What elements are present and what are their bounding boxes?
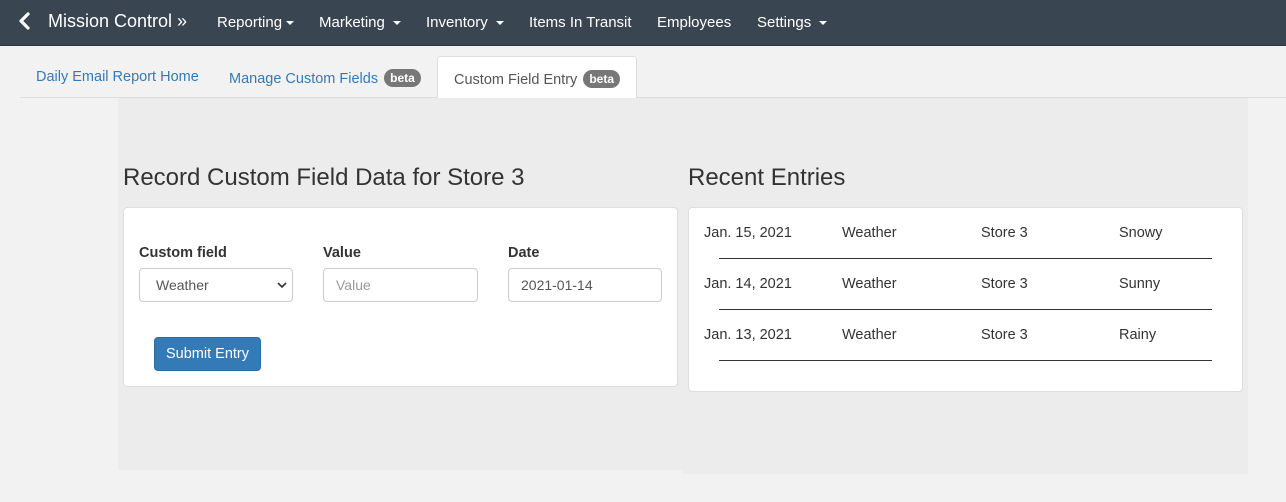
tab-label: Custom Field Entry [454,72,578,88]
entry-date: Jan. 14, 2021 [704,276,792,292]
tab-label: Daily Email Report Home [36,69,199,85]
page-tabs: Daily Email Report Home Manage Custom Fi… [20,56,1286,99]
entry-divider [719,360,1212,361]
submit-entry-button[interactable]: Submit Entry [154,337,261,371]
top-navbar: Mission Control » Reporting Marketing In… [0,0,1286,46]
custom-field-select[interactable]: Weather [139,268,293,302]
custom-field-label: Custom field [139,245,227,261]
value-placeholder: Value [336,277,371,293]
entry-value: Rainy [1119,327,1157,343]
nav-settings[interactable]: Settings [757,14,828,31]
tab-manage-custom-fields[interactable]: Manage Custom Fields beta [213,56,437,98]
beta-badge: beta [583,70,621,88]
entry-store: Store 3 [981,225,1028,241]
beta-badge: beta [384,69,421,87]
entry-value: Sunny [1119,276,1161,292]
caret-down-icon [286,21,295,26]
entry-field: Weather [842,327,897,343]
entry-field: Weather [842,276,897,292]
recent-entries-title: Recent Entries [688,164,846,191]
nav-items-in-transit-label: Items In Transit [529,14,632,31]
value-label: Value [323,245,361,261]
entry-store: Store 3 [981,276,1028,292]
nav-reporting[interactable]: Reporting [217,14,295,31]
nav-employees[interactable]: Employees [657,14,731,31]
chevron-down-icon [277,282,287,289]
caret-down-icon [495,21,504,26]
date-label: Date [508,245,540,261]
entry-store: Store 3 [981,327,1028,343]
tab-custom-field-entry[interactable]: Custom Field Entry beta [437,56,638,99]
nav-inventory-label: Inventory [426,14,488,31]
caret-down-icon [819,21,828,26]
value-input[interactable]: Value [323,268,478,302]
entry-divider [719,309,1212,310]
entry-date: Jan. 13, 2021 [704,327,792,343]
entry-date: Jan. 15, 2021 [704,225,792,241]
date-input[interactable]: 2021-01-14 [508,268,662,302]
nav-items-in-transit[interactable]: Items In Transit [529,14,632,31]
date-value: 2021-01-14 [521,277,593,293]
tab-label: Manage Custom Fields [229,71,379,87]
tab-daily-email-report-home[interactable]: Daily Email Report Home [20,56,215,98]
nav-settings-label: Settings [757,14,812,31]
entry-field: Weather [842,225,897,241]
nav-employees-label: Employees [657,14,732,31]
nav-inventory[interactable]: Inventory [426,14,504,31]
nav-marketing-label: Marketing [319,14,385,31]
entry-divider [719,258,1212,259]
chevron-left-icon[interactable] [16,12,32,30]
caret-down-icon [393,21,402,26]
nav-reporting-label: Reporting [217,14,283,31]
entry-value: Snowy [1119,225,1163,241]
form-title: Record Custom Field Data for Store 3 [123,164,525,191]
brand-title[interactable]: Mission Control » [48,11,187,32]
content-area-extension [683,470,1248,474]
custom-field-selected: Weather [156,277,209,293]
nav-marketing[interactable]: Marketing [319,14,402,31]
